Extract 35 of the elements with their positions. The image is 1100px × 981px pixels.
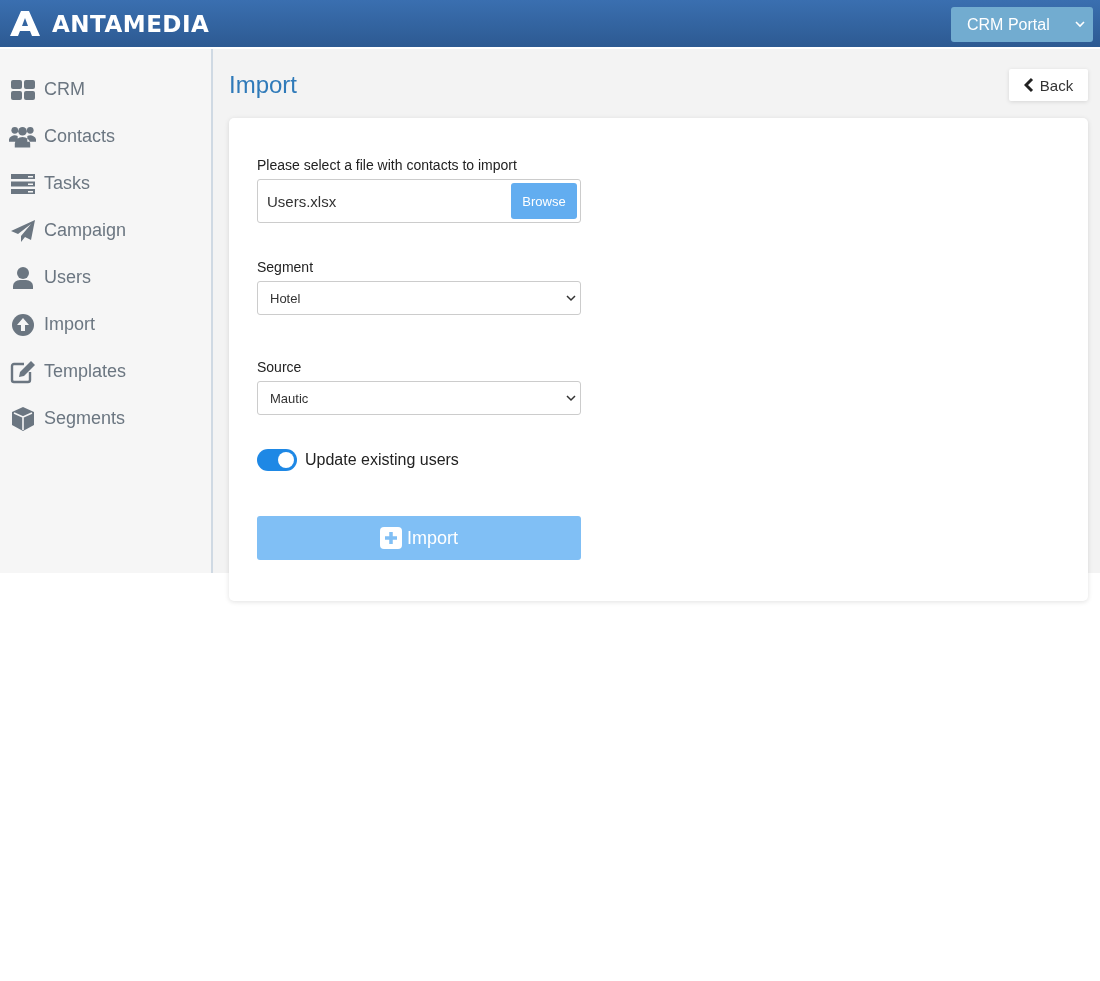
cube-icon [9,405,36,432]
grid-icon [9,78,36,101]
segment-select[interactable]: Hotel [257,281,581,315]
upload-icon [10,312,35,337]
sidebar-item[interactable]: Templates [0,348,211,395]
brand-logo: ANTAMEDIA [52,10,210,37]
sidebar-item[interactable]: CRM [0,66,211,113]
sidebar-item[interactable]: Users [0,254,211,301]
chevron-left-icon [1023,77,1034,93]
chevron-down-icon [566,294,576,302]
paper-plane-icon [9,218,36,243]
back-button[interactable]: Back [1009,69,1088,101]
field-label: Please select a file with contacts to import [257,157,518,173]
browse-button[interactable]: Browse [511,183,577,219]
field-label: Source [257,359,303,375]
page-title: Import [229,71,297,99]
sidebar-item[interactable]: Campaign [0,207,211,254]
source-select[interactable]: Mautic [257,381,581,415]
field-label: Segment [257,259,315,275]
plus-icon [380,527,402,549]
chevron-down-icon [1075,21,1085,28]
user-icon [10,265,35,290]
chevron-down-icon [566,394,576,402]
sidebar-item[interactable]: Segments [0,395,211,442]
sidebar-item[interactable]: Contacts [0,113,211,160]
edit-icon [9,359,36,384]
people-icon [9,124,36,149]
sidebar-item[interactable]: Tasks [0,160,211,207]
toggle-switch[interactable] [257,449,297,471]
toggle-label: Update existing users [305,451,459,469]
portal-select[interactable]: CRM Portal [951,7,1093,42]
server-icon [9,172,36,195]
file-input[interactable]: Users.xlsx Browse [257,179,581,223]
logo-icon [10,11,40,36]
sidebar-item[interactable]: Import [0,301,211,348]
